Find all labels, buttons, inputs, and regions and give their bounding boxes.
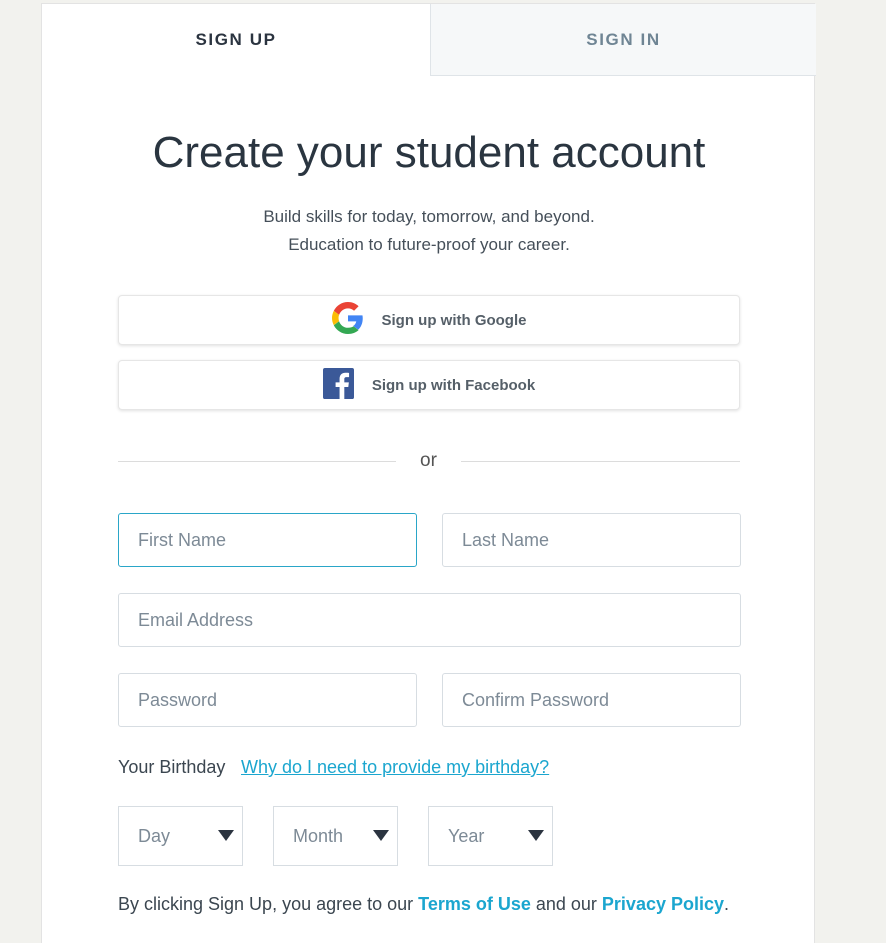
- facebook-button-label: Sign up with Facebook: [371, 376, 536, 394]
- divider-line-left: [118, 461, 396, 462]
- terms-prefix: By clicking Sign Up, you agree to our: [118, 894, 419, 914]
- first-name-input[interactable]: [118, 513, 417, 567]
- subtitle-line-2: Education to future-proof your career.: [288, 235, 570, 254]
- tab-sign-up[interactable]: SIGN UP: [42, 4, 430, 76]
- year-select-value: Year: [448, 826, 485, 846]
- password-input[interactable]: [118, 673, 417, 727]
- birthday-month-select[interactable]: Month: [273, 806, 398, 866]
- caret-down-icon: [528, 830, 544, 841]
- birthday-label: Your Birthday: [118, 757, 226, 777]
- divider-or-text: or: [420, 450, 437, 471]
- facebook-logo-icon: [322, 367, 354, 403]
- month-select-value: Month: [293, 826, 344, 846]
- page-subtitle: Build skills for today, tomorrow, and be…: [42, 203, 816, 259]
- birthday-year-select[interactable]: Year: [428, 806, 553, 866]
- terms-suffix: .: [724, 894, 730, 914]
- terms-of-use-link[interactable]: Terms of Use: [418, 894, 531, 914]
- or-divider: or: [118, 448, 740, 472]
- email-input[interactable]: [118, 593, 741, 647]
- tab-sign-in[interactable]: SIGN IN: [430, 4, 816, 76]
- divider-line-right: [461, 461, 740, 462]
- signup-card: SIGN UP SIGN IN Create your student acco…: [41, 3, 816, 943]
- birthday-help-link[interactable]: Why do I need to provide my birthday?: [241, 757, 549, 778]
- caret-down-icon: [373, 830, 389, 841]
- confirm-password-input[interactable]: [442, 673, 741, 727]
- caret-down-icon: [218, 830, 234, 841]
- day-select-value: Day: [138, 826, 171, 846]
- terms-middle: and our: [530, 894, 602, 914]
- facebook-signup-button[interactable]: Sign up with Facebook: [118, 360, 740, 410]
- terms-notice: By clicking Sign Up, you agree to our Te…: [118, 894, 729, 915]
- subtitle-line-1: Build skills for today, tomorrow, and be…: [263, 207, 595, 226]
- privacy-policy-link[interactable]: Privacy Policy: [602, 894, 724, 914]
- birthday-day-select[interactable]: Day: [118, 806, 243, 866]
- google-button-label: Sign up with Google: [381, 311, 527, 329]
- google-signup-button[interactable]: Sign up with Google: [118, 295, 740, 345]
- auth-tabs: SIGN UP SIGN IN: [42, 4, 816, 76]
- page-title: Create your student account: [152, 128, 706, 177]
- last-name-input[interactable]: [442, 513, 741, 567]
- google-logo-icon: [331, 302, 364, 338]
